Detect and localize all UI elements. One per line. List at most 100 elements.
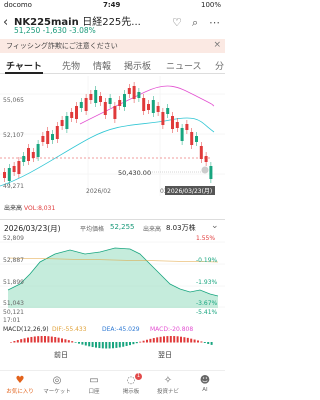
macd-bar xyxy=(23,338,26,343)
prev-day-button[interactable]: 前日 xyxy=(54,350,68,359)
candle xyxy=(190,132,194,145)
macd-bar xyxy=(200,341,203,343)
heart-icon[interactable]: ♡ xyxy=(172,16,182,29)
macd-bar xyxy=(190,338,193,343)
tab-news[interactable]: ニュース xyxy=(166,59,202,72)
tab-chart[interactable]: チャート xyxy=(6,59,42,72)
right-label: -1.93% xyxy=(196,279,218,286)
tabbar-label: AI xyxy=(202,387,208,393)
search-icon[interactable]: ⌕ xyxy=(192,16,198,30)
next-day-button[interactable]: 翌日 xyxy=(158,351,172,359)
candle xyxy=(156,106,160,112)
wallet-icon: ▭ xyxy=(89,375,99,386)
x-label: 2026/02 xyxy=(86,188,111,195)
chat-icon: ◌ xyxy=(126,375,136,386)
right-label: -3.67% xyxy=(196,300,218,307)
macd-bar xyxy=(203,342,206,343)
more-icon[interactable]: ⋯ xyxy=(209,16,220,29)
date-badge-text: 2026/03/23(月) xyxy=(167,188,212,195)
macd-bar xyxy=(156,337,159,343)
avg-value: 52,255 xyxy=(110,223,135,231)
macd-bar xyxy=(139,341,142,343)
notification-badge: 1 xyxy=(135,373,142,380)
macd-bar xyxy=(152,338,155,343)
tabbar-market[interactable]: ◎ マーケット xyxy=(39,371,75,400)
macd-dif: DIF:-55.433 xyxy=(52,326,87,333)
price-line: 51,250 -1,630 -3.08% xyxy=(14,26,96,35)
macd-bar xyxy=(91,342,94,348)
clock: 7:49 xyxy=(103,1,121,9)
macd-bar xyxy=(180,336,182,343)
y-label: 49,271 xyxy=(3,183,24,190)
expand-icon[interactable]: ⌄ xyxy=(211,221,219,231)
y-label: 55,065 xyxy=(3,97,24,104)
candle xyxy=(27,148,30,161)
tabbar-favorites[interactable]: ♥ お気に入り xyxy=(2,371,38,400)
macd-bar xyxy=(183,337,186,343)
tabbar-label: お気に入り xyxy=(6,389,34,395)
candle xyxy=(65,116,69,129)
y-label: 52,107 xyxy=(3,132,24,139)
macd-bar xyxy=(95,342,97,348)
macd-bar xyxy=(81,342,84,345)
status-bar: docomo 7:49 100% xyxy=(0,0,225,11)
intraday-date[interactable]: 2026/03/23(月) xyxy=(4,223,61,234)
candle xyxy=(127,88,131,94)
candle xyxy=(123,94,126,107)
tabbar-board[interactable]: ◌ 掲示板 1 xyxy=(113,371,149,400)
right-label: -5.41% xyxy=(196,309,218,316)
tab-more[interactable]: 分 xyxy=(215,59,224,72)
candle xyxy=(185,124,189,130)
macd-bar xyxy=(37,336,40,343)
candle xyxy=(51,134,54,140)
ai-icon: ☻ xyxy=(199,375,211,386)
candle xyxy=(103,102,107,115)
macd-bar xyxy=(78,342,80,344)
candle xyxy=(12,166,16,172)
volume-title: 出来高 xyxy=(4,204,22,212)
tabbar-navi[interactable]: ✧ 投資ナビ xyxy=(150,371,186,400)
macd-bar xyxy=(149,338,152,343)
macd-bar xyxy=(173,336,176,343)
intraday-chart[interactable]: 52,809 52,887 51,899 51,043 50,121 1.55%… xyxy=(0,234,225,359)
tabbar-account[interactable]: ▭ 口座 xyxy=(76,371,112,400)
candle xyxy=(17,161,21,174)
warning-banner[interactable]: フィッシング詐欺にご注意ください × xyxy=(0,39,225,53)
macd-bar xyxy=(118,342,121,348)
close-icon[interactable]: × xyxy=(213,40,221,50)
macd-bar xyxy=(169,336,172,343)
candle xyxy=(108,98,112,104)
avg-label: 平均価格 xyxy=(80,226,105,233)
macd-bar xyxy=(159,336,162,343)
tabbar-label: 口座 xyxy=(88,389,100,395)
macd-dea: DEA:-45.029 xyxy=(102,326,140,333)
tabbar-ai[interactable]: ☻ AI xyxy=(187,371,223,400)
last-price: 51,250 xyxy=(14,26,41,35)
macd-bar xyxy=(33,336,36,343)
macd-bar xyxy=(47,336,50,343)
daily-chart[interactable]: 55,065 52,107 49,271 50,430.00 2026/02 0… xyxy=(0,76,225,218)
candle xyxy=(22,156,26,162)
price-change: -1,630 xyxy=(42,26,67,35)
candle xyxy=(137,92,141,98)
macd-bar xyxy=(67,340,70,343)
macd-bar xyxy=(129,342,131,346)
tab-info[interactable]: 情報 xyxy=(93,59,111,72)
macd-bar xyxy=(61,338,63,343)
candle xyxy=(70,112,74,118)
bottom-tab-bar: ♥ お気に入り ◎ マーケット ▭ 口座 ◌ 掲示板 1 ✧ 投資ナビ ☻ AI xyxy=(0,370,225,400)
macd-bar xyxy=(207,342,210,344)
back-icon[interactable]: ‹ xyxy=(3,15,8,30)
macd-bar xyxy=(105,342,108,349)
left-label: 51,043 xyxy=(3,300,24,307)
macd-bar xyxy=(132,342,135,345)
crosshair-handle[interactable] xyxy=(201,166,209,174)
tab-board[interactable]: 掲示板 xyxy=(124,59,151,72)
tab-futures[interactable]: 先物 xyxy=(62,59,80,72)
battery-label: 100% xyxy=(200,1,221,9)
tabbar-label: マーケット xyxy=(43,389,71,395)
macd-bar xyxy=(16,340,19,343)
candle xyxy=(84,98,88,111)
tab-indicator xyxy=(5,72,43,74)
candle xyxy=(99,96,102,102)
